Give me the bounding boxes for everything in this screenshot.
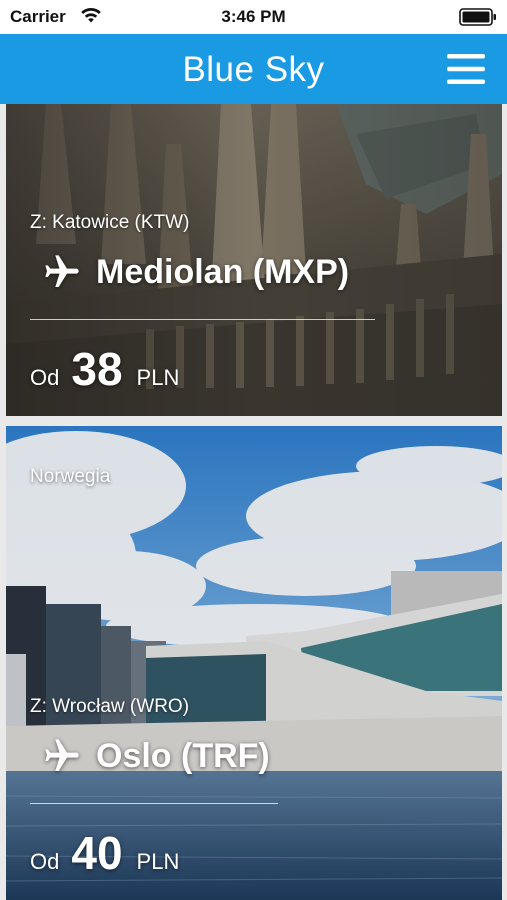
price-from-label: Od (30, 849, 60, 874)
destination-name: Oslo (TRF) (96, 736, 270, 775)
card-divider (30, 803, 278, 804)
price-from-label: Od (30, 365, 60, 390)
flight-card-milan[interactable]: Z: Katowice (KTW) Mediolan (MXP) Od 38 P… (6, 104, 502, 416)
airplane-icon (45, 739, 79, 771)
price-currency: PLN (136, 365, 180, 390)
flight-card-oslo[interactable]: Norwegia Z: Wrocław (WRO) Oslo (TRF) Od … (6, 426, 502, 900)
destination-row: Mediolan (MXP) (42, 252, 349, 292)
price-value: 38 (71, 343, 123, 395)
card-divider (30, 319, 375, 320)
destination-name: Mediolan (MXP) (96, 252, 350, 291)
status-time: 3:46 PM (221, 7, 286, 26)
airplane-icon (45, 255, 79, 287)
origin-label: Z: Katowice (KTW) (30, 212, 190, 233)
app-title: Blue Sky (182, 50, 325, 89)
price-row: Od 40 PLN (30, 826, 179, 880)
screen: Carrier 3:46 PM Blue Sky Z: Katowice (KT… (0, 0, 507, 900)
origin-label: Z: Wrocław (WRO) (30, 696, 190, 717)
status-bar: Carrier 3:46 PM (0, 0, 507, 34)
destination-row: Oslo (TRF) (42, 736, 270, 776)
battery-icon (459, 8, 496, 26)
hamburger-menu-icon[interactable] (447, 52, 485, 86)
price-row: Od 38 PLN (30, 342, 179, 396)
price-value: 40 (71, 827, 123, 879)
price-currency: PLN (136, 849, 180, 874)
region-label: Norwegia (30, 466, 111, 487)
nav-bar: Blue Sky (0, 34, 507, 104)
